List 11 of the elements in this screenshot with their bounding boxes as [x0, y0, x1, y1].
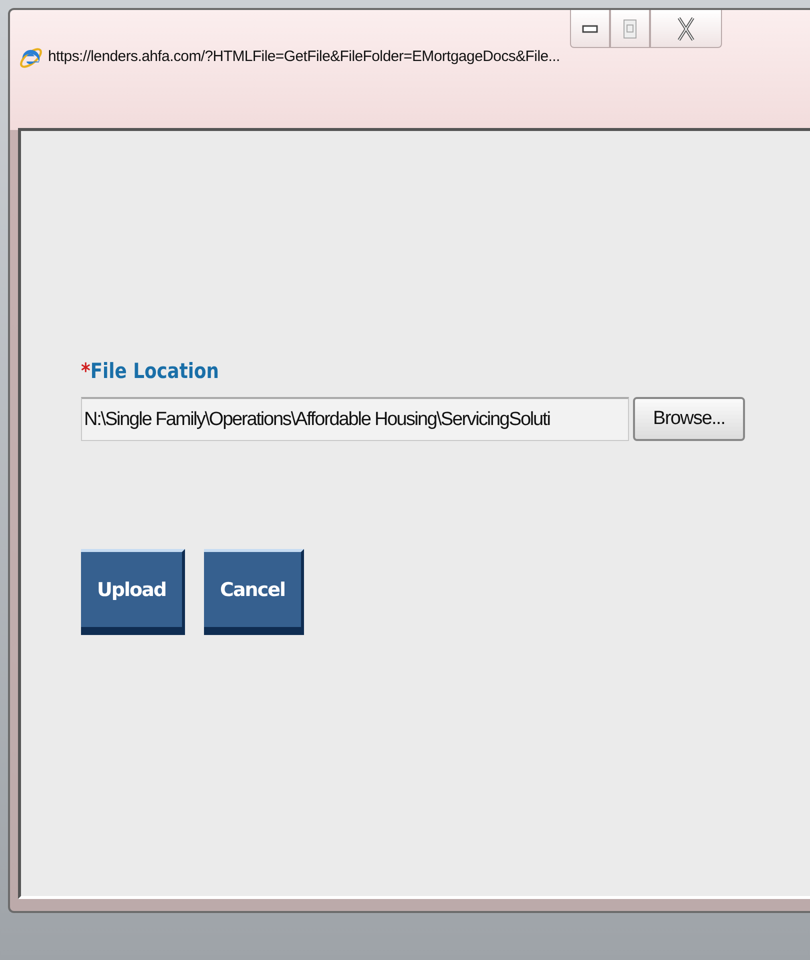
browse-button[interactable]: Browse...: [633, 397, 745, 441]
file-path-field[interactable]: N:\Single Family\Operations\Affordable Housing\ServicingSoluti: [81, 397, 629, 441]
close-icon: [676, 16, 695, 42]
cancel-button[interactable]: Cancel: [204, 549, 304, 635]
minimize-button[interactable]: [570, 10, 610, 48]
upload-button[interactable]: Upload: [81, 549, 186, 635]
maximize-icon: [622, 18, 637, 38]
minimize-icon: [582, 22, 598, 34]
field-label: *File Location: [81, 359, 220, 383]
close-button[interactable]: [650, 10, 722, 48]
window-title: https://lenders.ahfa.com/?HTMLFile=GetFile&FileFolder=EMortgageDocs&File...: [48, 48, 560, 65]
